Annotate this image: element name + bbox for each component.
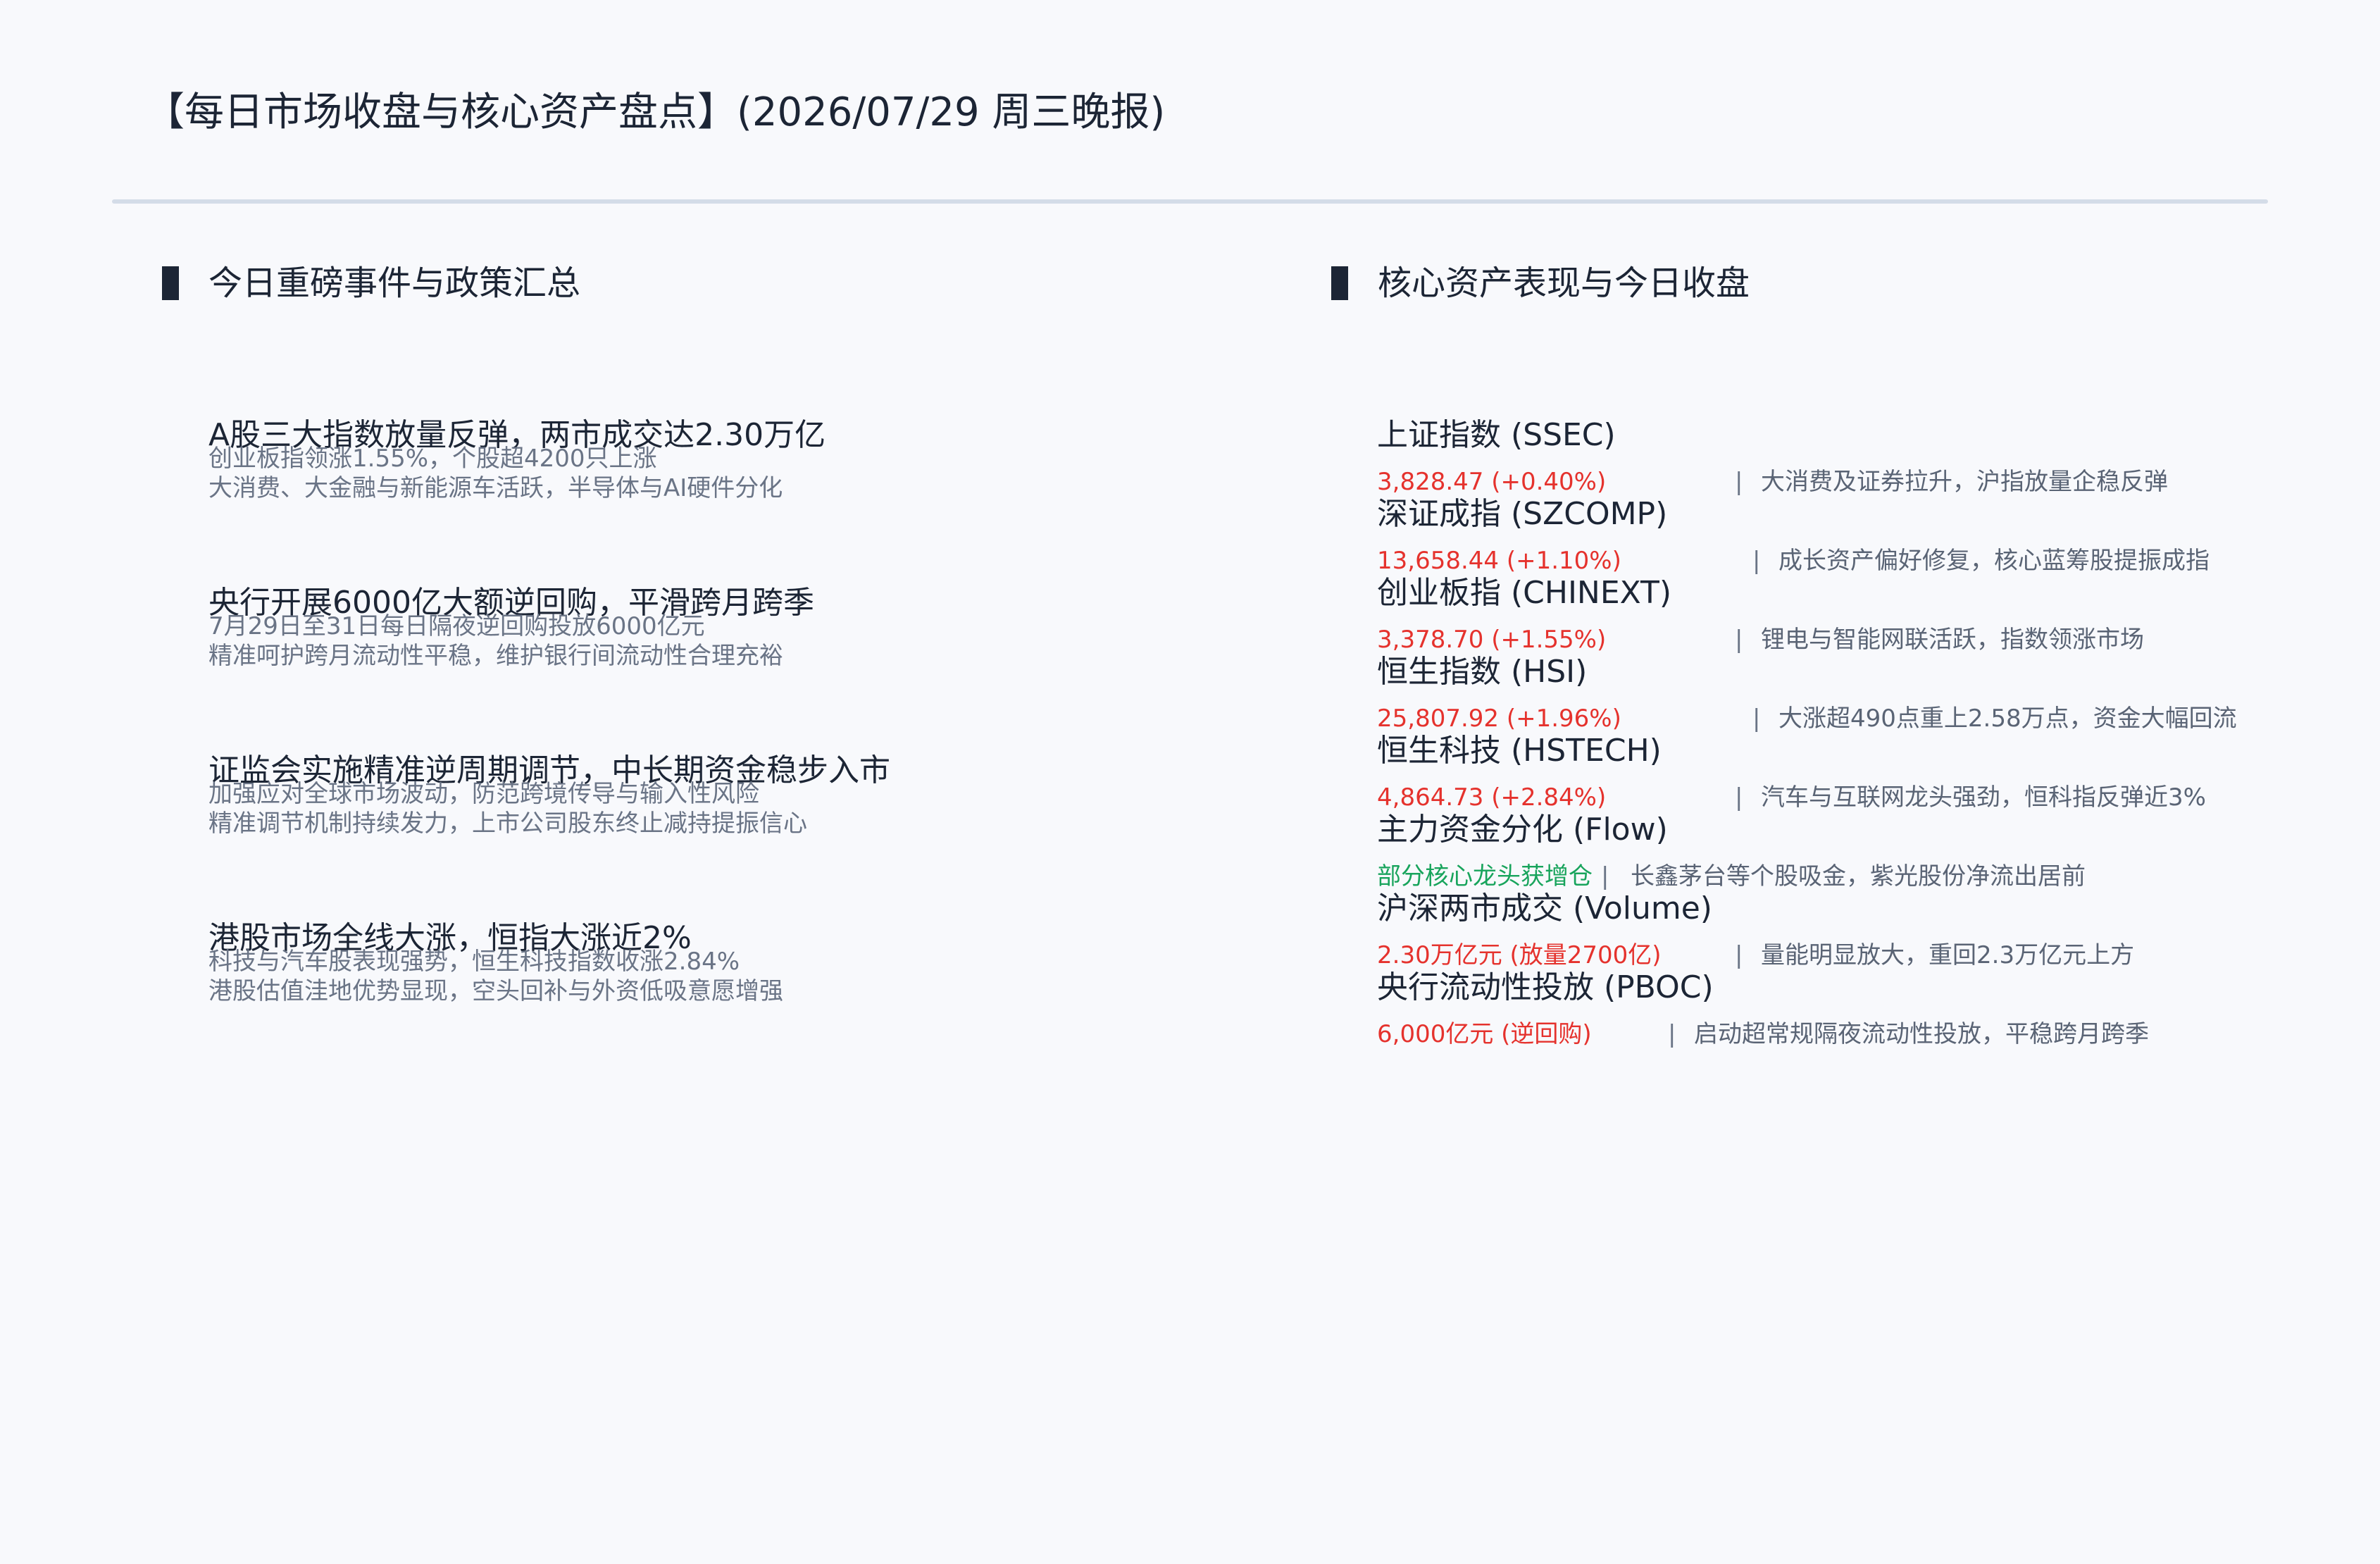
asset-note: 大消费及证券拉升，沪指放量企稳反弹: [1761, 468, 2168, 496]
asset-item: 深证成指 (SZCOMP) 13,658.44 (+1.10%) | 成长资产偏…: [1377, 495, 2272, 575]
asset-separator: |: [1601, 862, 1609, 890]
event-detail: 7月29日至31日每日隔夜逆回购投放6000亿元: [208, 612, 705, 640]
asset-value: 6,000亿元 (逆回购): [1377, 1020, 1592, 1048]
asset-separator: |: [1752, 547, 1761, 575]
asset-value: 3,828.47 (+0.40%): [1377, 468, 1607, 496]
event-detail: 加强应对全球市场波动，防范跨境传导与输入性风险: [208, 780, 759, 808]
assets-list: 上证指数 (SSEC) 3,828.47 (+0.40%) | 大消费及证券拉升…: [1377, 416, 2272, 1048]
asset-item: 创业板指 (CHINEXT) 3,378.70 (+1.55%) | 锂电与智能…: [1377, 573, 2272, 654]
events-section-header: 今日重磅事件与政策汇总: [162, 261, 580, 306]
asset-value: 13,658.44 (+1.10%): [1377, 547, 1621, 575]
event-detail: 科技与汽车股表现强势，恒生科技指数收涨2.84%: [208, 948, 740, 976]
asset-name: 沪深两市成交 (Volume): [1377, 890, 1712, 926]
asset-item: 主力资金分化 (Flow) 部分核心龙头获增仓 | 长鑫茅台等个股吸金，紫光股份…: [1377, 810, 2272, 890]
asset-value: 3,378.70 (+1.55%): [1377, 626, 1607, 654]
event-detail: 精准调节机制持续发力，上市公司股东终止减持提振信心: [208, 809, 807, 838]
asset-separator: |: [1735, 626, 1743, 654]
asset-name: 深证成指 (SZCOMP): [1377, 496, 1668, 532]
asset-item: 恒生指数 (HSI) 25,807.92 (+1.96%) | 大涨超490点重…: [1377, 652, 2272, 733]
asset-name: 上证指数 (SSEC): [1377, 417, 1616, 453]
event-detail: 创业板指领涨1.55%，个股超4200只上涨: [208, 445, 657, 473]
asset-note: 锂电与智能网联活跃，指数领涨市场: [1761, 626, 2144, 654]
asset-item: 上证指数 (SSEC) 3,828.47 (+0.40%) | 大消费及证券拉升…: [1377, 416, 2272, 496]
asset-note: 成长资产偏好修复，核心蓝筹股提振成指: [1778, 547, 2210, 575]
asset-note: 长鑫茅台等个股吸金，紫光股份净流出居前: [1631, 862, 2086, 890]
asset-separator: |: [1735, 783, 1743, 812]
event-detail: 精准呵护跨月流动性平稳，维护银行间流动性合理充裕: [208, 642, 783, 670]
asset-note: 大涨超490点重上2.58万点，资金大幅回流: [1778, 705, 2237, 733]
asset-separator: |: [1668, 1020, 1676, 1048]
asset-name: 创业板指 (CHINEXT): [1377, 575, 1672, 611]
asset-note: 汽车与互联网龙头强劲，恒科指反弹近3%: [1761, 783, 2206, 812]
asset-separator: |: [1735, 468, 1743, 496]
event-detail: 港股估值洼地优势显现，空头回补与外资低吸意愿增强: [208, 977, 783, 1005]
event-item: 央行开展6000亿大额逆回购，平滑跨月跨季 7月29日至31日每日隔夜逆回购投放…: [208, 583, 1230, 751]
asset-separator: |: [1752, 705, 1761, 733]
asset-value: 25,807.92 (+1.96%): [1377, 705, 1621, 733]
asset-item: 恒生科技 (HSTECH) 4,864.73 (+2.84%) | 汽车与互联网…: [1377, 731, 2272, 812]
asset-name: 央行流动性投放 (PBOC): [1377, 969, 1714, 1005]
asset-name: 恒生科技 (HSTECH): [1377, 733, 1662, 769]
asset-separator: |: [1735, 941, 1743, 969]
asset-name: 恒生指数 (HSI): [1377, 654, 1588, 690]
page-title: 【每日市场收盘与核心资产盘点】(2026/07/29 周三晚报): [145, 89, 1166, 135]
asset-note: 启动超常规隔夜流动性投放，平稳跨月跨季: [1694, 1020, 2149, 1048]
title-divider: [112, 199, 2268, 204]
asset-item: 央行流动性投放 (PBOC) 6,000亿元 (逆回购) | 启动超常规隔夜流动…: [1377, 968, 2272, 1048]
asset-note: 量能明显放大，重回2.3万亿元上方: [1761, 941, 2135, 969]
event-item: 港股市场全线大涨，恒指大涨近2% 科技与汽车股表现强势，恒生科技指数收涨2.84…: [208, 919, 1230, 1086]
event-item: 证监会实施精准逆周期调节，中长期资金稳步入市 加强应对全球市场波动，防范跨境传导…: [208, 751, 1230, 919]
events-list: A股三大指数放量反弹，两市成交达2.30万亿 创业板指领涨1.55%，个股超42…: [208, 416, 1230, 1086]
asset-name: 主力资金分化 (Flow): [1377, 812, 1668, 848]
events-section-title: 今日重磅事件与政策汇总: [208, 263, 581, 303]
asset-value: 2.30万亿元 (放量2700亿): [1377, 941, 1662, 969]
assets-section-header: 核心资产表现与今日收盘: [1331, 261, 1750, 306]
asset-value: 4,864.73 (+2.84%): [1377, 783, 1607, 812]
event-detail: 大消费、大金融与新能源车活跃，半导体与AI硬件分化: [208, 474, 783, 502]
asset-value: 部分核心龙头获增仓: [1377, 862, 1593, 890]
asset-item: 沪深两市成交 (Volume) 2.30万亿元 (放量2700亿) | 量能明显…: [1377, 889, 2272, 969]
section-marker-icon: [1331, 266, 1348, 300]
section-marker-icon: [162, 266, 179, 300]
event-item: A股三大指数放量反弹，两市成交达2.30万亿 创业板指领涨1.55%，个股超42…: [208, 416, 1230, 583]
assets-section-title: 核心资产表现与今日收盘: [1378, 263, 1750, 303]
